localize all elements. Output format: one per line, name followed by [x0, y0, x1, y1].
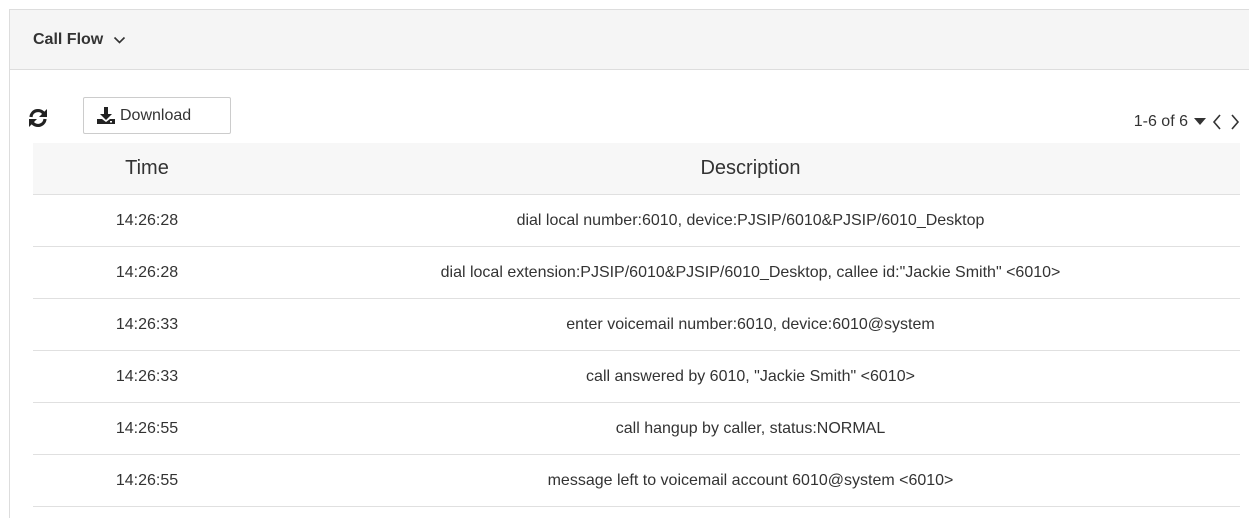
cell-description: dial local extension:PJSIP/6010&PJSIP/60… [261, 246, 1240, 299]
call-flow-panel: Call Flow Download 1-6 of 6 Time Descrip… [9, 9, 1249, 518]
download-button[interactable]: Download [83, 97, 231, 134]
pagination: 1-6 of 6 [1134, 113, 1240, 131]
caret-down-icon[interactable] [1194, 118, 1206, 126]
cell-description: message left to voicemail account 6010@s… [261, 454, 1240, 507]
column-header-description[interactable]: Description [261, 143, 1240, 195]
cell-description: enter voicemail number:6010, device:6010… [261, 298, 1240, 351]
toolbar: Download 1-6 of 6 [10, 97, 1240, 137]
cell-description: call answered by 6010, "Jackie Smith" <6… [261, 350, 1240, 403]
cell-description: call hangup by caller, status:NORMAL [261, 402, 1240, 455]
download-icon [96, 106, 116, 125]
cell-time: 14:26:55 [33, 402, 261, 455]
pagination-text: 1-6 of 6 [1133, 113, 1188, 130]
cell-time: 14:26:33 [33, 298, 261, 351]
panel-header[interactable]: Call Flow [10, 10, 1249, 70]
table-row: 14:26:55 call hangup by caller, status:N… [33, 402, 1240, 455]
chevron-right-icon[interactable] [1230, 114, 1240, 130]
panel-title: Call Flow [33, 30, 104, 48]
table-row: 14:26:33 enter voicemail number:6010, de… [33, 298, 1240, 351]
table-row: 14:26:33 call answered by 6010, "Jackie … [33, 350, 1240, 403]
table-header-row: Time Description [33, 143, 1240, 195]
table-row: 14:26:28 dial local extension:PJSIP/6010… [33, 246, 1240, 299]
cell-time: 14:26:33 [33, 350, 261, 403]
cell-description: dial local number:6010, device:PJSIP/601… [261, 194, 1240, 247]
cell-time: 14:26:28 [33, 194, 261, 247]
refresh-icon[interactable] [27, 107, 49, 129]
column-header-time[interactable]: Time [33, 143, 261, 195]
table-row: 14:26:28 dial local number:6010, device:… [33, 194, 1240, 247]
call-flow-table: Time Description 14:26:28 dial local num… [33, 143, 1240, 507]
chevron-down-icon[interactable] [113, 36, 126, 45]
cell-time: 14:26:55 [33, 454, 261, 507]
table-row: 14:26:55 message left to voicemail accou… [33, 454, 1240, 507]
cell-time: 14:26:28 [33, 246, 261, 299]
download-label: Download [120, 106, 192, 124]
chevron-left-icon[interactable] [1212, 114, 1222, 130]
